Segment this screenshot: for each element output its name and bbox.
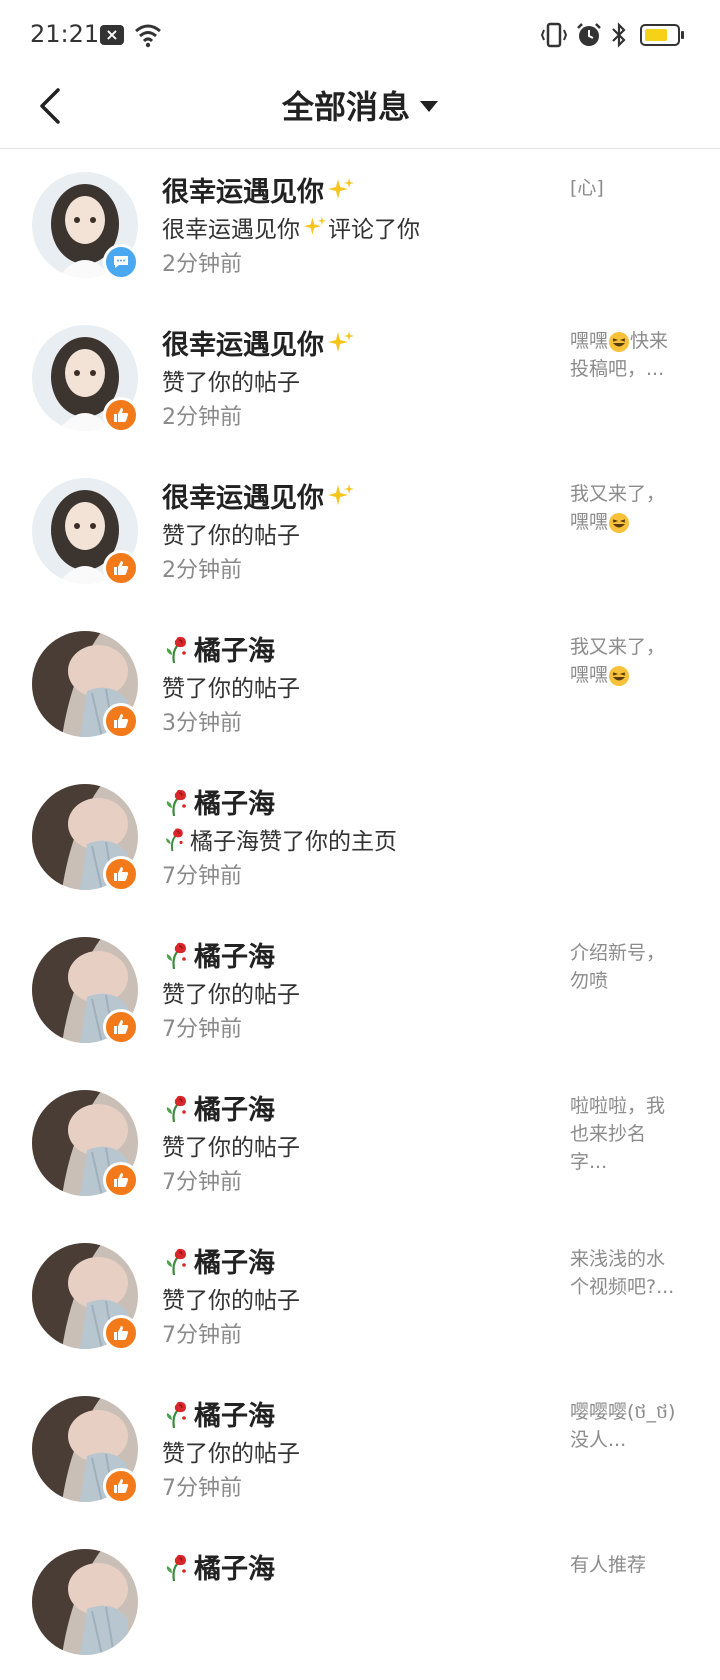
like-badge-icon [103, 1468, 139, 1504]
list-item[interactable]: 很幸运遇见你 很幸运遇见你 评论了你 2分钟前 [心] [0, 150, 720, 303]
post-preview[interactable]: 嘿嘿 快来投稿吧，... [570, 327, 680, 383]
message-list: 很幸运遇见你 很幸运遇见你 评论了你 2分钟前 [心] 很幸运遇见你 赞了你的帖子… [0, 150, 720, 1680]
sparkle-icon [328, 177, 354, 199]
timestamp: 2分钟前 [162, 405, 242, 430]
avatar[interactable] [32, 1549, 138, 1655]
list-item[interactable]: 橘子海 赞了你的帖子 3分钟前 我又来了，嘿嘿 [0, 609, 720, 762]
like-badge-icon [103, 703, 139, 739]
post-preview[interactable]: 我又来了，嘿嘿 [570, 480, 680, 536]
timestamp: 3分钟前 [162, 711, 242, 736]
notification-text: 赞了你的帖子 [162, 1288, 300, 1314]
like-badge-icon [103, 856, 139, 892]
timestamp: 7分钟前 [162, 1170, 242, 1195]
sparkle-icon [328, 483, 354, 505]
like-badge-icon [103, 1162, 139, 1198]
notification-text: 橘子海赞了你的主页 [162, 822, 397, 856]
timestamp: 7分钟前 [162, 1476, 242, 1501]
list-item[interactable]: 很幸运遇见你 赞了你的帖子 2分钟前 嘿嘿 快来投稿吧，... [0, 303, 720, 456]
sparkle-icon [328, 330, 354, 352]
list-item[interactable]: 很幸运遇见你 赞了你的帖子 2分钟前 我又来了，嘿嘿 [0, 456, 720, 609]
battery-icon [640, 24, 684, 46]
post-preview[interactable]: 有人推荐 [570, 1551, 680, 1579]
alarm-icon [577, 23, 601, 46]
sender-name[interactable]: 橘子海 [162, 1547, 275, 1586]
list-item[interactable]: 橘子海 有人推荐 [0, 1527, 720, 1680]
wilted-rose-icon [166, 789, 186, 816]
close-box-icon: × [100, 25, 124, 45]
notification-text: 赞了你的帖子 [162, 982, 300, 1008]
like-badge-icon [103, 1315, 139, 1351]
post-preview[interactable]: 来浅浅的水个视频吧?... [570, 1245, 680, 1301]
sender-name[interactable]: 橘子海 [162, 782, 275, 821]
wilted-rose-icon [166, 1554, 186, 1581]
timestamp: 7分钟前 [162, 1323, 242, 1348]
post-preview[interactable]: 嘤嘤嘤(ថ_ថ)没人... [570, 1398, 680, 1454]
notification-text: 赞了你的帖子 [162, 1135, 300, 1161]
top-bar: 全部消息 [0, 70, 720, 149]
sender-name[interactable]: 橘子海 [162, 629, 275, 668]
grin-emoji-icon [609, 665, 630, 686]
post-preview[interactable]: 我又来了，嘿嘿 [570, 633, 680, 689]
like-badge-icon [103, 550, 139, 586]
list-item[interactable]: 橘子海 赞了你的帖子 7分钟前 介绍新号，勿喷 [0, 915, 720, 1068]
bluetooth-icon [612, 22, 626, 48]
sender-name[interactable]: 橘子海 [162, 1394, 275, 1433]
notification-text: 很幸运遇见你 评论了你 [162, 210, 420, 244]
vibrate-icon [540, 22, 568, 48]
page-title: 全部消息 [281, 88, 410, 126]
wilted-rose-icon [166, 1401, 186, 1428]
wifi-icon [135, 24, 161, 48]
message-filter-dropdown[interactable]: 全部消息 [0, 82, 720, 128]
list-item[interactable]: 橘子海 橘子海赞了你的主页 7分钟前 [0, 762, 720, 915]
comment-badge-icon [103, 244, 139, 280]
wilted-rose-icon [166, 828, 183, 852]
list-item[interactable]: 橘子海 赞了你的帖子 7分钟前 啦啦啦，我也来抄名字... [0, 1068, 720, 1221]
wilted-rose-icon [166, 1248, 186, 1275]
sender-name[interactable]: 很幸运遇见你 [162, 170, 356, 209]
like-badge-icon [103, 397, 139, 433]
timestamp: 2分钟前 [162, 558, 242, 583]
wilted-rose-icon [166, 942, 186, 969]
wilted-rose-icon [166, 636, 186, 663]
status-bar: 21:21 × [0, 0, 720, 70]
notification-text: 赞了你的帖子 [162, 370, 300, 396]
post-preview[interactable]: 啦啦啦，我也来抄名字... [570, 1092, 680, 1176]
sender-name[interactable]: 橘子海 [162, 1088, 275, 1127]
list-item[interactable]: 橘子海 赞了你的帖子 7分钟前 来浅浅的水个视频吧?... [0, 1221, 720, 1374]
sender-name[interactable]: 橘子海 [162, 935, 275, 974]
list-item[interactable]: 橘子海 赞了你的帖子 7分钟前 嘤嘤嘤(ថ_ថ)没人... [0, 1374, 720, 1527]
grin-emoji-icon [609, 512, 630, 533]
sparkle-icon [303, 216, 327, 235]
post-preview[interactable]: [心] [570, 174, 680, 202]
timestamp: 7分钟前 [162, 1017, 242, 1042]
wilted-rose-icon [166, 1095, 186, 1122]
timestamp: 2分钟前 [162, 252, 242, 277]
notification-text: 赞了你的帖子 [162, 676, 300, 702]
grin-emoji-icon [609, 331, 630, 352]
post-preview[interactable]: 介绍新号，勿喷 [570, 939, 680, 995]
sender-name[interactable]: 很幸运遇见你 [162, 476, 356, 515]
notification-text: 赞了你的帖子 [162, 523, 300, 549]
notification-text: 赞了你的帖子 [162, 1441, 300, 1467]
timestamp: 7分钟前 [162, 864, 242, 889]
caret-down-icon [420, 101, 438, 112]
sender-name[interactable]: 很幸运遇见你 [162, 323, 356, 362]
sender-name[interactable]: 橘子海 [162, 1241, 275, 1280]
status-time: 21:21 [30, 20, 100, 48]
like-badge-icon [103, 1009, 139, 1045]
